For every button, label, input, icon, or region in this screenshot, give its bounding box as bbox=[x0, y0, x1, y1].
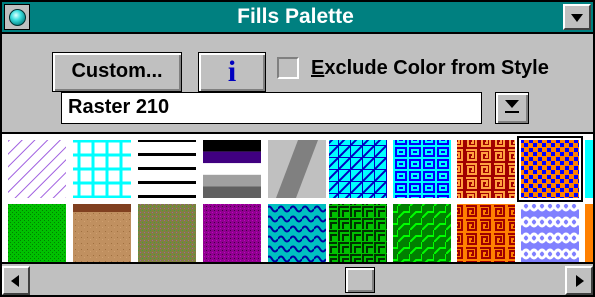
fill-swatch-horizontal-lines-black[interactable] bbox=[138, 140, 196, 198]
fill-swatch-grid bbox=[2, 132, 593, 264]
scroll-track[interactable] bbox=[30, 266, 565, 295]
fill-swatch-steps-green[interactable] bbox=[393, 204, 451, 262]
fill-swatch-waves-cyan-blue[interactable] bbox=[268, 204, 326, 262]
fill-swatch-brick-blue-cyan[interactable] bbox=[393, 140, 451, 198]
minimize-button[interactable] bbox=[563, 4, 591, 30]
fill-swatch-spiral-red-orange[interactable] bbox=[457, 140, 515, 198]
arrow-left-icon bbox=[11, 275, 19, 287]
fill-name-field[interactable]: Raster 210 bbox=[61, 92, 482, 124]
info-icon: i bbox=[227, 55, 237, 88]
custom-button[interactable]: Custom... bbox=[52, 52, 182, 92]
fill-swatch-orange-partial[interactable] bbox=[585, 204, 593, 262]
swatch-canvas bbox=[8, 136, 593, 262]
fill-swatch-waves-blue-violet[interactable] bbox=[521, 204, 579, 262]
title-bar[interactable]: Fills Palette bbox=[2, 2, 593, 34]
horizontal-scrollbar[interactable] bbox=[2, 266, 593, 295]
dropdown-arrow-icon bbox=[505, 100, 519, 115]
scroll-thumb[interactable] bbox=[345, 267, 375, 293]
fill-swatch-zigzag-green[interactable] bbox=[329, 204, 387, 262]
fill-swatch-noise-purple[interactable] bbox=[203, 204, 261, 262]
arrow-right-icon bbox=[576, 275, 584, 287]
fill-swatch-noise-olive[interactable] bbox=[138, 204, 196, 262]
fill-swatch-diagonal-stripe-gray[interactable] bbox=[268, 140, 326, 198]
down-triangle-icon bbox=[571, 14, 583, 22]
fill-swatch-diagonal-lines-violet[interactable] bbox=[8, 140, 66, 198]
fill-swatch-gradient-bands-purple-gray[interactable] bbox=[203, 140, 261, 198]
scroll-right-button[interactable] bbox=[565, 266, 593, 295]
fill-dropdown-button[interactable] bbox=[495, 92, 529, 124]
fill-swatch-cyan-partial[interactable] bbox=[585, 140, 593, 198]
window-title: Fills Palette bbox=[237, 5, 354, 28]
info-button[interactable]: i bbox=[198, 52, 266, 92]
exclude-color-label[interactable]: Exclude Color from Style bbox=[311, 55, 549, 81]
gem-icon bbox=[9, 9, 26, 26]
exclude-color-checkbox[interactable] bbox=[277, 57, 299, 79]
fill-swatch-zigzag-blue-cyan[interactable] bbox=[329, 140, 387, 198]
fill-swatch-grid-cyan[interactable] bbox=[73, 140, 131, 198]
fill-swatch-dots-blue-orange[interactable] bbox=[517, 136, 583, 202]
fill-swatch-noise-green[interactable] bbox=[8, 204, 66, 262]
fills-palette-window: Fills Palette Custom... i Exclude Color … bbox=[0, 0, 595, 297]
fill-swatch-spiral-orange-brown[interactable] bbox=[457, 204, 515, 262]
fill-swatch-sand-tan[interactable] bbox=[73, 204, 131, 262]
scroll-left-button[interactable] bbox=[2, 266, 30, 295]
system-menu-button[interactable] bbox=[4, 4, 30, 30]
